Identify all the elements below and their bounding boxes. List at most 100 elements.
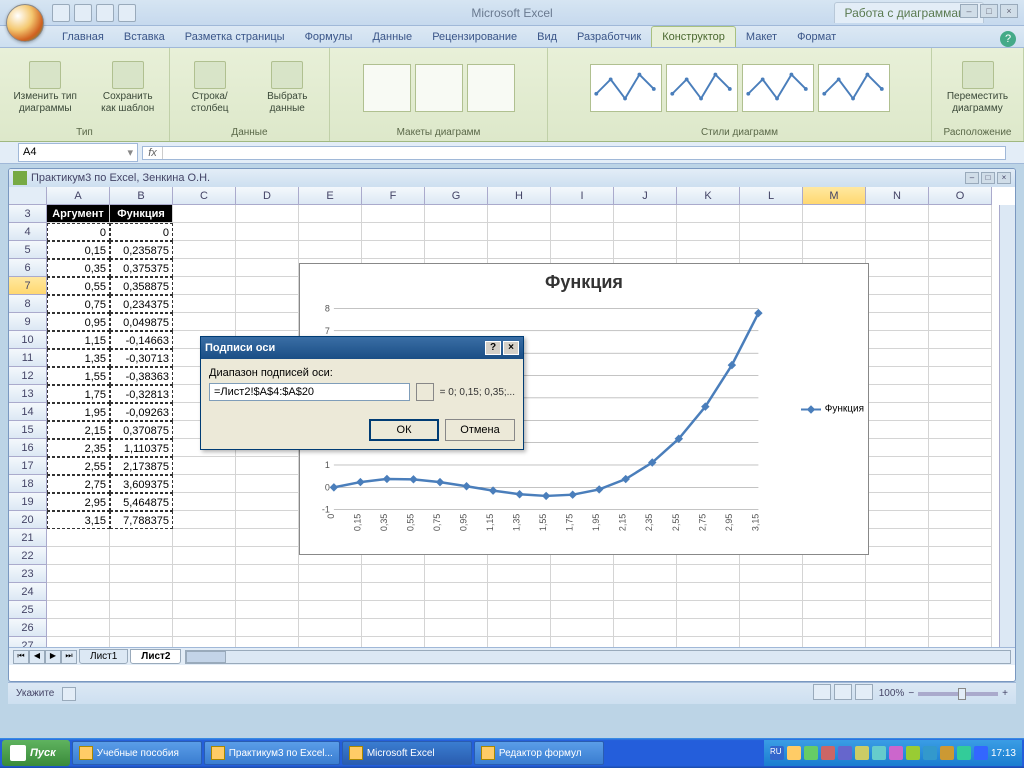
cell[interactable]: [677, 223, 740, 241]
cell[interactable]: 0,049875: [110, 313, 173, 331]
tab-Разработчик[interactable]: Разработчик: [567, 27, 651, 47]
cell[interactable]: -0,14663: [110, 331, 173, 349]
cell[interactable]: [866, 421, 929, 439]
cell[interactable]: 0,358875: [110, 277, 173, 295]
cell[interactable]: [236, 313, 299, 331]
cell[interactable]: [551, 583, 614, 601]
cell[interactable]: [47, 619, 110, 637]
cell[interactable]: 3,15: [47, 511, 110, 529]
chart-layout-thumb[interactable]: [363, 64, 411, 112]
row-header[interactable]: 9: [9, 313, 47, 331]
cell[interactable]: 2,75: [47, 475, 110, 493]
cell[interactable]: [299, 637, 362, 647]
cell[interactable]: [425, 205, 488, 223]
chart-style-thumb[interactable]: [590, 64, 662, 112]
cell[interactable]: [299, 583, 362, 601]
cell[interactable]: [677, 241, 740, 259]
horizontal-scrollbar[interactable]: [185, 650, 1011, 664]
cell[interactable]: [173, 223, 236, 241]
cell[interactable]: [929, 619, 992, 637]
cell[interactable]: 2,15: [47, 421, 110, 439]
cell[interactable]: [236, 457, 299, 475]
sheet-tab[interactable]: Лист1: [79, 649, 128, 664]
cell[interactable]: [677, 601, 740, 619]
cell[interactable]: [614, 223, 677, 241]
cell[interactable]: 0,235875: [110, 241, 173, 259]
tab-Главная[interactable]: Главная: [52, 27, 114, 47]
cell[interactable]: [173, 619, 236, 637]
cell[interactable]: [866, 565, 929, 583]
minimize-icon[interactable]: –: [960, 4, 978, 18]
row-header[interactable]: 22: [9, 547, 47, 565]
tab-Рецензирование[interactable]: Рецензирование: [422, 27, 527, 47]
cell[interactable]: [929, 331, 992, 349]
cell[interactable]: [173, 259, 236, 277]
cell[interactable]: 2,55: [47, 457, 110, 475]
tray-icon[interactable]: [889, 746, 903, 760]
cell[interactable]: [866, 331, 929, 349]
cell[interactable]: [488, 619, 551, 637]
cell[interactable]: 2,173875: [110, 457, 173, 475]
cell[interactable]: [362, 637, 425, 647]
cell[interactable]: [236, 637, 299, 647]
cell[interactable]: [803, 619, 866, 637]
zoom-in-icon[interactable]: +: [1002, 688, 1008, 699]
cell[interactable]: [551, 601, 614, 619]
office-button[interactable]: [6, 4, 44, 42]
cell[interactable]: [488, 601, 551, 619]
cell[interactable]: [866, 277, 929, 295]
cell[interactable]: [740, 565, 803, 583]
cell[interactable]: [173, 313, 236, 331]
range-input[interactable]: =Лист2!$A$4:$A$20: [209, 383, 410, 401]
column-header[interactable]: N: [866, 187, 929, 205]
cell[interactable]: [299, 565, 362, 583]
chart-style-thumb[interactable]: [818, 64, 890, 112]
cell[interactable]: [614, 619, 677, 637]
row-header[interactable]: 3: [9, 205, 47, 223]
cell[interactable]: [929, 565, 992, 583]
cell[interactable]: [740, 601, 803, 619]
column-header[interactable]: E: [299, 187, 362, 205]
row-header[interactable]: 14: [9, 403, 47, 421]
cell[interactable]: [803, 205, 866, 223]
cell[interactable]: [299, 223, 362, 241]
chart-style-thumb[interactable]: [666, 64, 738, 112]
cell[interactable]: [173, 547, 236, 565]
cell[interactable]: [866, 439, 929, 457]
cell[interactable]: [866, 205, 929, 223]
cell[interactable]: [173, 511, 236, 529]
cell[interactable]: 1,75: [47, 385, 110, 403]
cell[interactable]: [47, 565, 110, 583]
row-header[interactable]: 15: [9, 421, 47, 439]
cell[interactable]: [803, 637, 866, 647]
row-header[interactable]: 23: [9, 565, 47, 583]
tab-Формат[interactable]: Формат: [787, 27, 846, 47]
dialog-help-icon[interactable]: ?: [485, 341, 501, 355]
row-header[interactable]: 20: [9, 511, 47, 529]
cell[interactable]: [929, 421, 992, 439]
cell[interactable]: [929, 223, 992, 241]
cell[interactable]: [236, 601, 299, 619]
cell[interactable]: [803, 583, 866, 601]
cell[interactable]: [866, 601, 929, 619]
cell[interactable]: [614, 241, 677, 259]
cell[interactable]: [614, 583, 677, 601]
cell[interactable]: [362, 601, 425, 619]
cell[interactable]: [236, 547, 299, 565]
name-box[interactable]: A4▾: [18, 143, 138, 162]
qat-dropdown-icon[interactable]: [118, 4, 136, 22]
cell[interactable]: [551, 241, 614, 259]
row-header[interactable]: 17: [9, 457, 47, 475]
cell[interactable]: [866, 385, 929, 403]
cell[interactable]: [425, 223, 488, 241]
cell[interactable]: [173, 295, 236, 313]
cell[interactable]: [236, 583, 299, 601]
cell[interactable]: [866, 349, 929, 367]
cell[interactable]: [236, 511, 299, 529]
row-header[interactable]: 18: [9, 475, 47, 493]
cell[interactable]: [866, 259, 929, 277]
cell[interactable]: [47, 547, 110, 565]
cell[interactable]: [929, 529, 992, 547]
taskbar-item[interactable]: Microsoft Excel: [342, 741, 472, 765]
tab-Макет[interactable]: Макет: [736, 27, 787, 47]
